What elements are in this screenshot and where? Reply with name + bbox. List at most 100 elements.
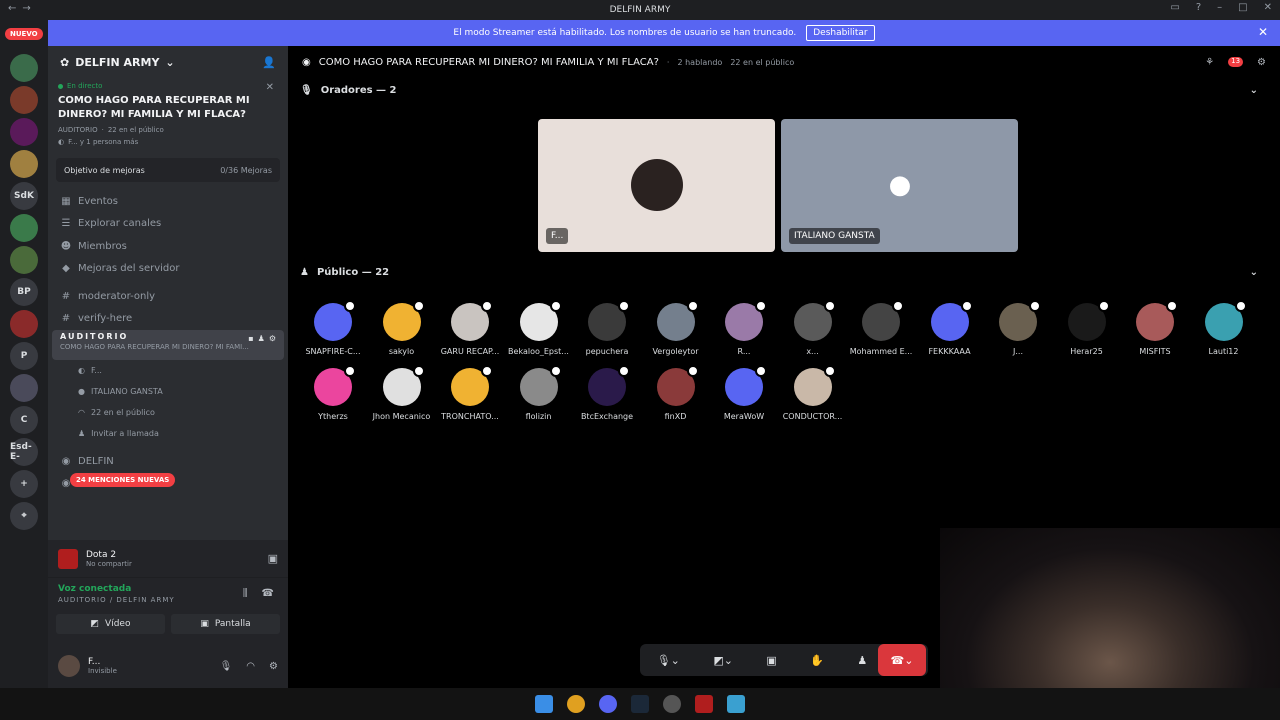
voice-participant[interactable]: ◠ 22 en el público	[48, 402, 288, 423]
mic-icon[interactable]: 🎙	[220, 661, 233, 672]
server-icon[interactable]	[10, 246, 38, 274]
speaker-tile[interactable]: ● ITALIANO GANSTA	[781, 119, 1018, 252]
nav-item[interactable]: ☰ Explorar canales	[48, 213, 288, 236]
server-icon[interactable]	[10, 374, 38, 402]
audience-member[interactable]: CONDUCTOR...	[779, 365, 847, 421]
disable-streamer-button[interactable]: Deshabilitar	[806, 25, 875, 41]
avatar	[1136, 300, 1178, 341]
notification-icon[interactable]: ⚘	[1205, 57, 1214, 68]
audience-member[interactable]: MeraWoW	[710, 365, 778, 421]
speaker-tile[interactable]: F...	[538, 119, 775, 252]
headphones-icon[interactable]: ◠	[246, 661, 255, 672]
audience-member[interactable]: SNAPFIRE-C...	[299, 300, 367, 356]
voice-participant[interactable]: ♟ Invitar a llamada	[48, 423, 288, 444]
channel-item[interactable]: # moderator-only	[48, 285, 288, 308]
goal-value: 0/36 Mejoras	[220, 165, 272, 175]
voice-participant[interactable]: ● ITALIANO GANSTA	[48, 381, 288, 402]
steam-icon[interactable]	[631, 695, 649, 713]
user-status: Invisible	[88, 667, 117, 675]
disconnect-button[interactable]: ☎⌄	[878, 644, 926, 676]
server-icon[interactable]: ⌖	[10, 502, 38, 530]
window-controls[interactable]: ▭? – □ ✕	[1170, 2, 1272, 13]
audience-name: flolizin	[525, 412, 552, 421]
audience-member[interactable]: Bekaloo_Epst...	[505, 300, 573, 356]
screen-button[interactable]: ▣ Pantalla	[171, 614, 280, 634]
audience-member[interactable]: pepuchera	[573, 300, 641, 356]
audience-member[interactable]: Ytherzs	[299, 365, 367, 421]
server-icon[interactable]: SdK	[10, 182, 38, 210]
live-indicator: En directo	[58, 82, 278, 90]
nav-item[interactable]: ☻ Miembros	[48, 235, 288, 258]
avatar	[631, 159, 683, 211]
share-screen-icon[interactable]: ▣	[766, 654, 776, 667]
channel-item[interactable]: # verify-here	[48, 308, 288, 331]
channel-item[interactable]: ◉ DELFIN	[48, 450, 288, 473]
video-toggle-icon[interactable]: ◩⌄	[713, 654, 733, 667]
disconnect-icon[interactable]: ☎	[262, 588, 274, 599]
server-icon[interactable]: Esd-E-	[10, 438, 38, 466]
windows-start-icon[interactable]	[535, 695, 553, 713]
mentions-pill[interactable]: 24 MENCIONES NUEVAS	[70, 473, 176, 487]
invite-icon[interactable]: ♟	[857, 654, 867, 667]
chrome-icon[interactable]	[567, 695, 585, 713]
server-icon[interactable]: +	[10, 470, 38, 498]
chevron-down-icon[interactable]: ⌄	[1250, 267, 1258, 278]
audience-member[interactable]: flolizin	[505, 365, 573, 421]
notepad-icon[interactable]	[727, 695, 745, 713]
audience-member[interactable]: x...	[779, 300, 847, 356]
raise-hand-icon[interactable]: ✋	[810, 654, 824, 667]
audience-name: FEKKKAAA	[928, 347, 971, 356]
live-stage-card[interactable]: ✕ En directo COMO HAGO PARA RECUPERAR MI…	[48, 78, 288, 146]
server-icon[interactable]: C	[10, 406, 38, 434]
nav-item[interactable]: ▦ Eventos	[48, 190, 288, 213]
dota-icon[interactable]	[695, 695, 713, 713]
mic-toggle-icon[interactable]: 🎙⌄	[657, 654, 680, 667]
audience-member[interactable]: BtcExchange	[573, 365, 641, 421]
stream-icon[interactable]: ▣	[268, 552, 278, 565]
server-icon[interactable]	[10, 118, 38, 146]
audience-member[interactable]: Jhon Mecanico	[368, 365, 436, 421]
server-header[interactable]: ✿ DELFIN ARMY ⌄ 👤	[48, 46, 288, 78]
nav-item[interactable]: ◆ Mejoras del servidor	[48, 258, 288, 281]
hangup-icon: ☎⌄	[890, 653, 914, 667]
speakers-section[interactable]: 🎙 Oradores — 2 ⌄	[288, 78, 1280, 102]
settings-icon[interactable]: ⚙	[1257, 57, 1266, 68]
audience-member[interactable]: finXD	[642, 365, 710, 421]
audience-member[interactable]: MISFITS	[1121, 300, 1189, 356]
audience-member[interactable]: Vergoleytor	[642, 300, 710, 356]
chevron-down-icon[interactable]: ⌄	[1250, 85, 1258, 96]
video-button[interactable]: ◩ Vídeo	[56, 614, 165, 634]
close-banner-icon[interactable]: ✕	[1258, 25, 1268, 39]
channel-auditorio[interactable]: AUDITORIO COMO HAGO PARA RECUPERAR MI DI…	[52, 330, 284, 360]
obs-icon[interactable]	[663, 695, 681, 713]
server-icon[interactable]	[10, 54, 38, 82]
audience-member[interactable]: sakylo	[368, 300, 436, 356]
channel-tools[interactable]: ▪ ♟ ⚙	[248, 334, 276, 343]
voice-participant[interactable]: ◐ F...	[48, 360, 288, 381]
audience-member[interactable]: R...	[710, 300, 778, 356]
nav-arrows[interactable]: ←→	[8, 3, 37, 14]
server-icon[interactable]	[10, 214, 38, 242]
discord-icon[interactable]	[599, 695, 617, 713]
server-icon[interactable]	[10, 86, 38, 114]
server-icon[interactable]: P	[10, 342, 38, 370]
audience-member[interactable]: TRONCHATO...	[436, 365, 504, 421]
stage-title: COMO HAGO PARA RECUPERAR MI DINERO? MI F…	[58, 95, 250, 120]
server-icon[interactable]	[10, 150, 38, 178]
audience-member[interactable]: Mohammed E...	[847, 300, 915, 356]
audience-member[interactable]: FEKKKAAA	[916, 300, 984, 356]
audience-member[interactable]: Herar25	[1053, 300, 1121, 356]
audience-section[interactable]: ♟ Público — 22 ⌄	[288, 260, 1280, 284]
audience-member[interactable]: GARU RECAP...	[436, 300, 504, 356]
noise-icon[interactable]: ⫼	[243, 588, 248, 599]
audience-member[interactable]: J...	[984, 300, 1052, 356]
close-icon[interactable]: ✕	[266, 82, 274, 93]
chevron-down-icon: ⌄	[165, 55, 175, 69]
avatar[interactable]	[58, 655, 80, 677]
gear-icon[interactable]: ⚙	[269, 661, 278, 672]
server-icon[interactable]	[10, 310, 38, 338]
invite-people-icon[interactable]: 👤	[262, 56, 276, 69]
audience-member[interactable]: Lauti12	[1190, 300, 1258, 356]
server-icon[interactable]: BP	[10, 278, 38, 306]
boost-goal[interactable]: Objetivo de mejoras 0/36 Mejoras	[56, 158, 280, 182]
